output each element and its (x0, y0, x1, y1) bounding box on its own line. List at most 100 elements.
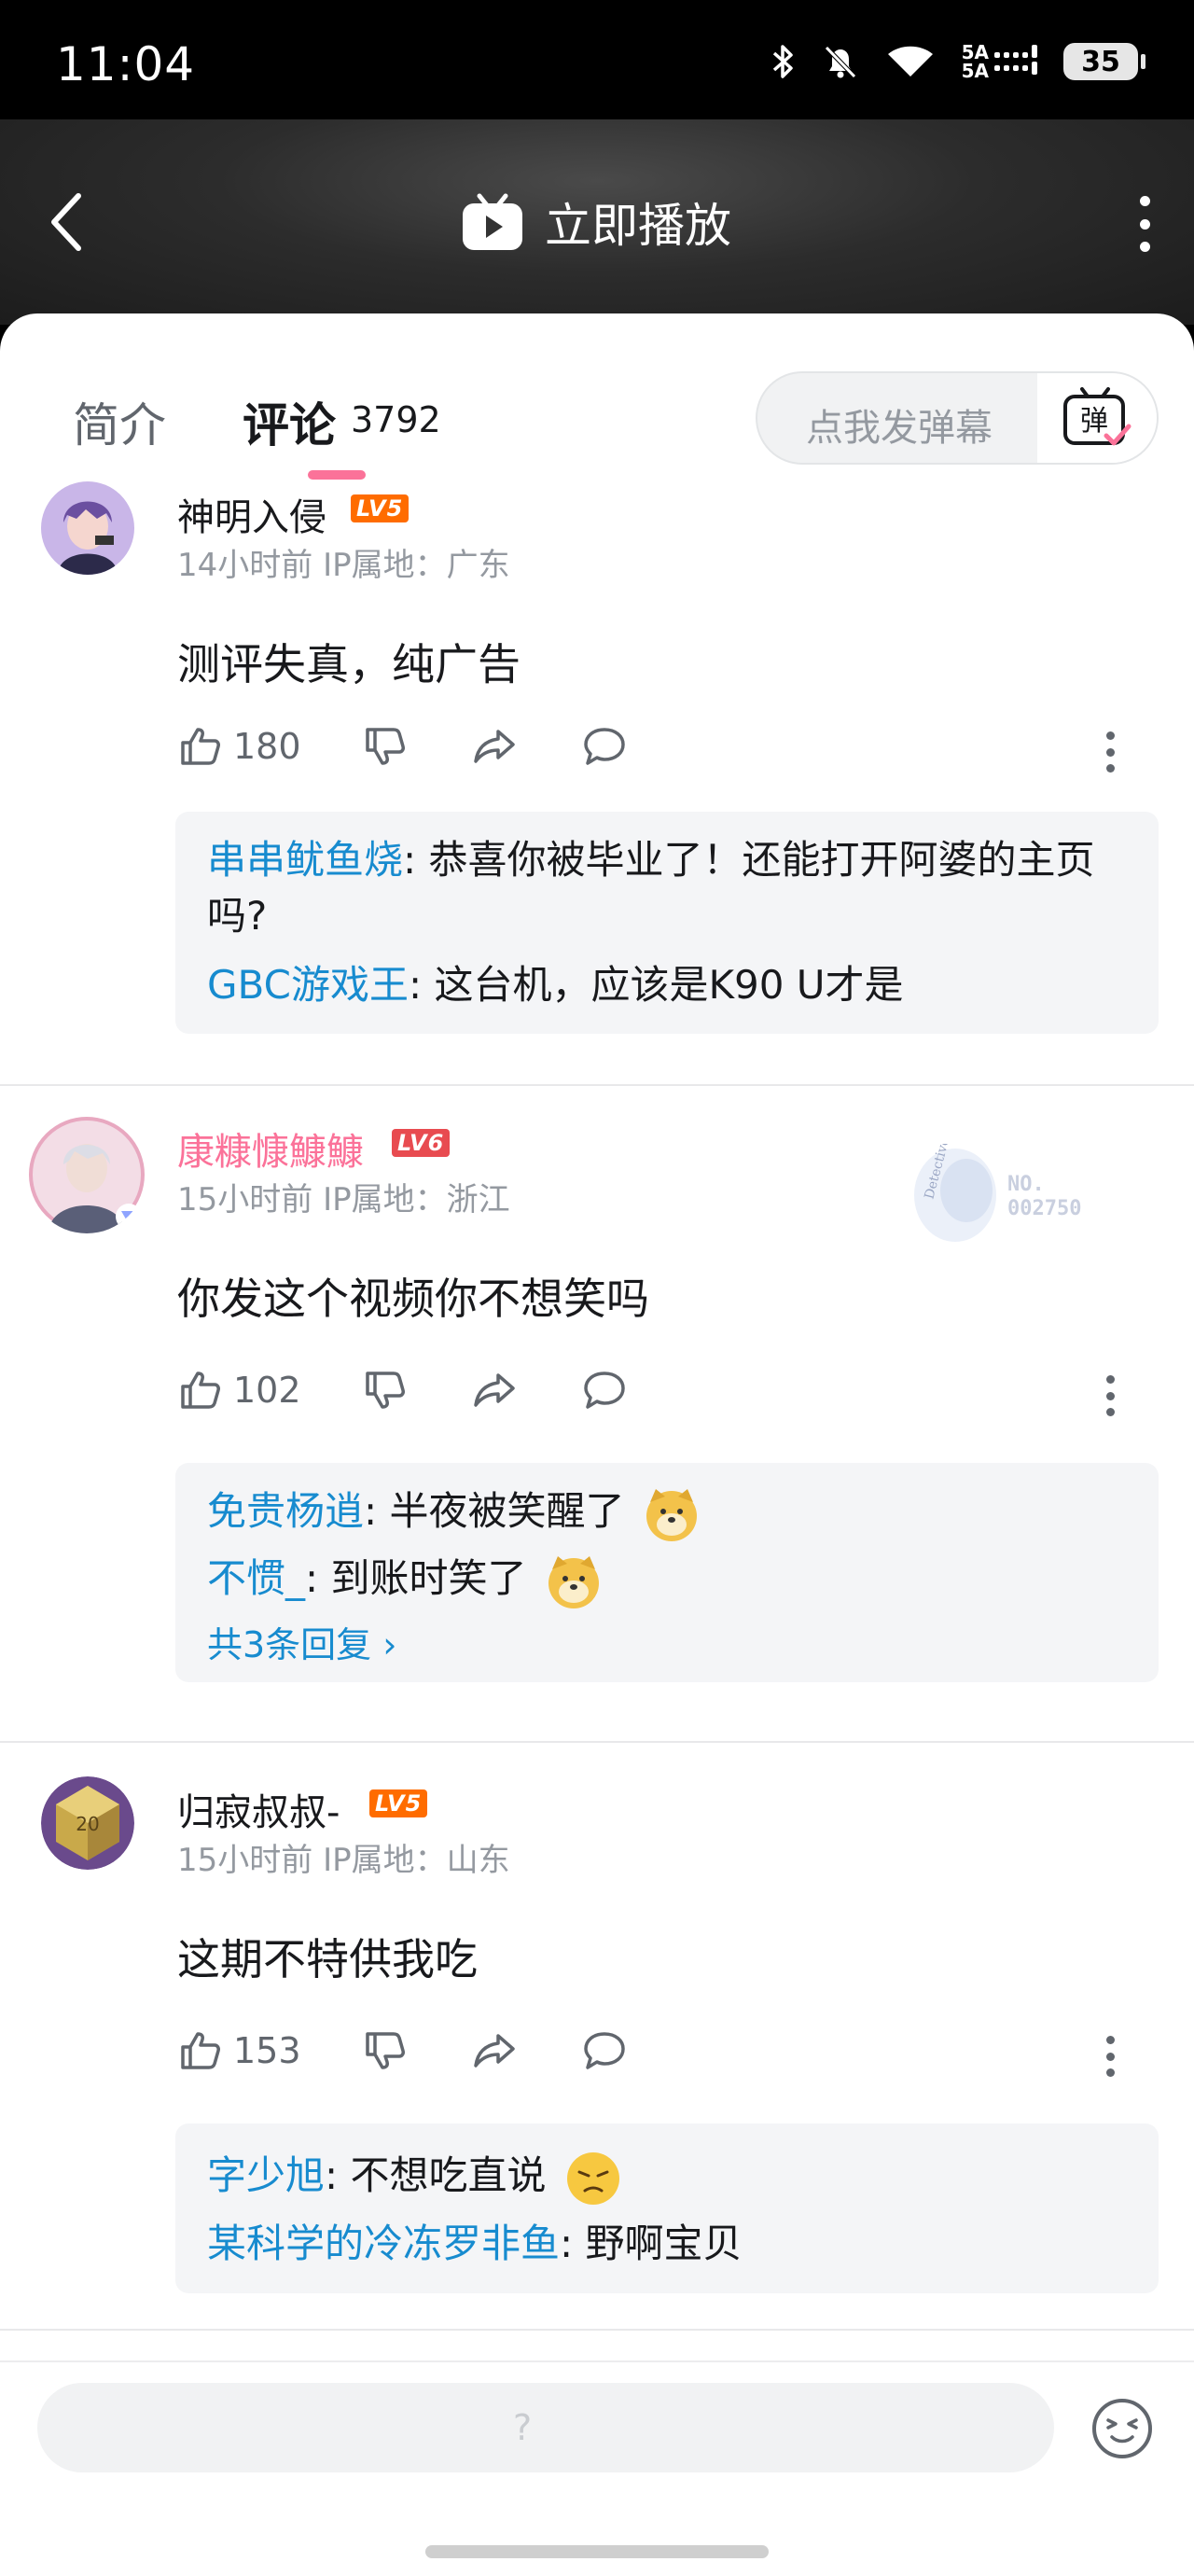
dot-icon (1139, 242, 1150, 252)
username[interactable]: 神明入侵 (177, 487, 326, 541)
dot-icon (1106, 2068, 1115, 2077)
comment-more-button[interactable] (1106, 1375, 1118, 1416)
reply-text: : 这台机，应该是K90 U才是 (408, 962, 904, 1008)
share-button[interactable] (472, 1368, 517, 1413)
view-all-replies-link[interactable]: 共3条回复 › (207, 1616, 1127, 1667)
battery-indicator: 35 (1063, 43, 1145, 80)
reply-preview[interactable]: 串串鱿鱼烧: 恭喜你被毕业了！还能打开阿婆的主页吗? GBC游戏王: 这台机，应… (175, 812, 1159, 1034)
reply-button[interactable] (582, 724, 627, 769)
thumbs-up-icon (181, 2032, 220, 2069)
user-avatar[interactable] (28, 1116, 146, 1233)
username[interactable]: 归寂叔叔- (177, 1782, 340, 1836)
share-button[interactable] (472, 724, 517, 769)
user-avatar[interactable]: 20 (41, 1776, 134, 1870)
more-options-button[interactable] (1131, 187, 1159, 261)
avatar-image (29, 1117, 145, 1233)
comment-item: 神明入侵 LV5 14小时前 IP属地：广东 测评失真，纯广告 180 串串鱿鱼… (0, 481, 1194, 1034)
danmaku-button[interactable]: 弹 (1037, 373, 1157, 463)
tab-intro[interactable]: 简介 (73, 388, 166, 455)
reply-button[interactable] (582, 1368, 627, 1413)
chevron-left-icon (51, 193, 81, 251)
chat-bubble-icon (584, 1372, 625, 1409)
dislike-button[interactable] (362, 724, 407, 769)
comment-input-bar: ? (0, 2360, 1194, 2576)
home-indicator[interactable] (425, 2545, 769, 2558)
tab-comments[interactable]: 评论 (243, 388, 336, 455)
dot-icon (1106, 2036, 1115, 2044)
user-avatar[interactable] (41, 481, 134, 575)
reply-username[interactable]: GBC游戏王 (207, 962, 409, 1008)
svg-text:002750: 002750 (1007, 1197, 1081, 1220)
dislike-button[interactable] (362, 2028, 407, 2073)
status-bar: 11:04 5A 5A 35 (0, 0, 1194, 119)
comment-more-button[interactable] (1106, 731, 1118, 773)
danmaku-icon: 弹 (1063, 387, 1132, 446)
mute-bell-icon (824, 46, 856, 78)
back-button[interactable] (41, 185, 97, 259)
reply-preview[interactable]: 字少旭: 不想吃直说 某科学的冷冻罗非鱼: 野啊宝贝 (175, 2123, 1159, 2293)
comment-actions: 102 (177, 1368, 1166, 1424)
dot-icon (1106, 764, 1115, 773)
comment-text: 你发这个视频你不想笑吗 (177, 1274, 649, 1324)
divider (0, 1741, 1194, 1743)
reply-preview[interactable]: 免贵杨逍: 半夜被笑醒了 不惯_: 到账时笑了 共3条回复 › (175, 1463, 1159, 1682)
username[interactable]: 康糠慷鱇鱇 (177, 1121, 364, 1176)
reply-item: 某科学的冷冻罗非鱼: 野啊宝贝 (207, 2211, 1127, 2277)
chat-bubble-icon (584, 2032, 625, 2069)
play-now-button[interactable]: 立即播放 (461, 185, 731, 259)
thumbs-up-icon (181, 1372, 220, 1409)
like-button[interactable]: 102 (177, 1368, 301, 1413)
comment-actions: 180 (177, 724, 1166, 780)
danmaku-button-label: 弹 (1080, 405, 1108, 438)
share-icon (474, 730, 515, 763)
level-badge: LV5 (351, 494, 410, 522)
level-badge: LV6 (392, 1129, 451, 1157)
like-button[interactable]: 180 (177, 724, 301, 769)
bluetooth-icon (772, 45, 793, 78)
comment-item: 20 归寂叔叔- LV5 15小时前 IP属地：山东 这期不特供我吃 153 字… (0, 1776, 1194, 2293)
wifi-icon (887, 46, 933, 77)
thumbs-down-icon (366, 728, 405, 765)
dot-icon (1106, 1391, 1115, 1400)
detective-conan-badge-icon: Detective Conan NO. 002750 (914, 1091, 1081, 1242)
comment-text: 测评失真，纯广告 (177, 639, 521, 689)
play-now-label: 立即播放 (545, 199, 731, 253)
divider (0, 1084, 1194, 1086)
reply-username[interactable]: 字少旭 (207, 2152, 325, 2198)
signal-label: 5A (961, 41, 989, 63)
comment-more-button[interactable] (1106, 2036, 1118, 2077)
reply-text: : 到账时笑了 (305, 1555, 527, 1601)
like-button[interactable]: 153 (177, 2028, 301, 2073)
reply-item: 免贵杨逍: 半夜被笑醒了 (207, 1478, 1127, 1545)
comment-text: 这期不特供我吃 (177, 1934, 478, 1984)
tab-bar: 简介 评论 3792 点我发弹幕 弹 (0, 313, 1194, 480)
reply-username[interactable]: 不惯_ (207, 1555, 305, 1601)
dot-icon (1106, 1375, 1115, 1384)
like-count: 180 (233, 726, 301, 767)
dot-icon (1106, 747, 1115, 757)
fan-badge: Detective Conan NO. 002750 (896, 1091, 1119, 1246)
thumbs-down-icon (366, 1372, 405, 1409)
reply-button[interactable] (582, 2028, 627, 2073)
video-header: 立即播放 (0, 119, 1194, 325)
comment-input[interactable]: ? (37, 2383, 1054, 2472)
danmaku-input[interactable]: 点我发弹幕 弹 (756, 371, 1159, 465)
comment-meta: 15小时前 IP属地：山东 (177, 1842, 510, 1879)
reply-username[interactable]: 某科学的冷冻罗非鱼 (207, 2221, 560, 2266)
reply-username[interactable]: 串串鱿鱼烧 (207, 837, 403, 883)
reply-username[interactable]: 免贵杨逍 (207, 1488, 364, 1534)
doge-emoji-icon (646, 1488, 697, 1541)
share-button[interactable] (472, 2028, 517, 2073)
emoji-button[interactable] (1090, 2396, 1155, 2461)
status-icons: 5A 5A 35 (771, 43, 1145, 80)
chat-bubble-icon (584, 728, 625, 765)
comment-sheet: 简介 评论 3792 点我发弹幕 弹 神明入侵 LV5 14小时前 IP属地：广… (0, 313, 1194, 2576)
comment-input-placeholder: ? (513, 2407, 533, 2448)
dislike-button[interactable] (362, 1368, 407, 1413)
dot-icon (1106, 731, 1115, 740)
svg-text:NO.: NO. (1007, 1173, 1045, 1196)
divider (0, 2329, 1194, 2331)
comment-item: 康糠慷鱇鱇 LV6 15小时前 IP属地：浙江 Detective Conan … (0, 1091, 1194, 1682)
signal-indicator: 5A 5A (962, 43, 1037, 80)
avatar-image (41, 481, 134, 575)
